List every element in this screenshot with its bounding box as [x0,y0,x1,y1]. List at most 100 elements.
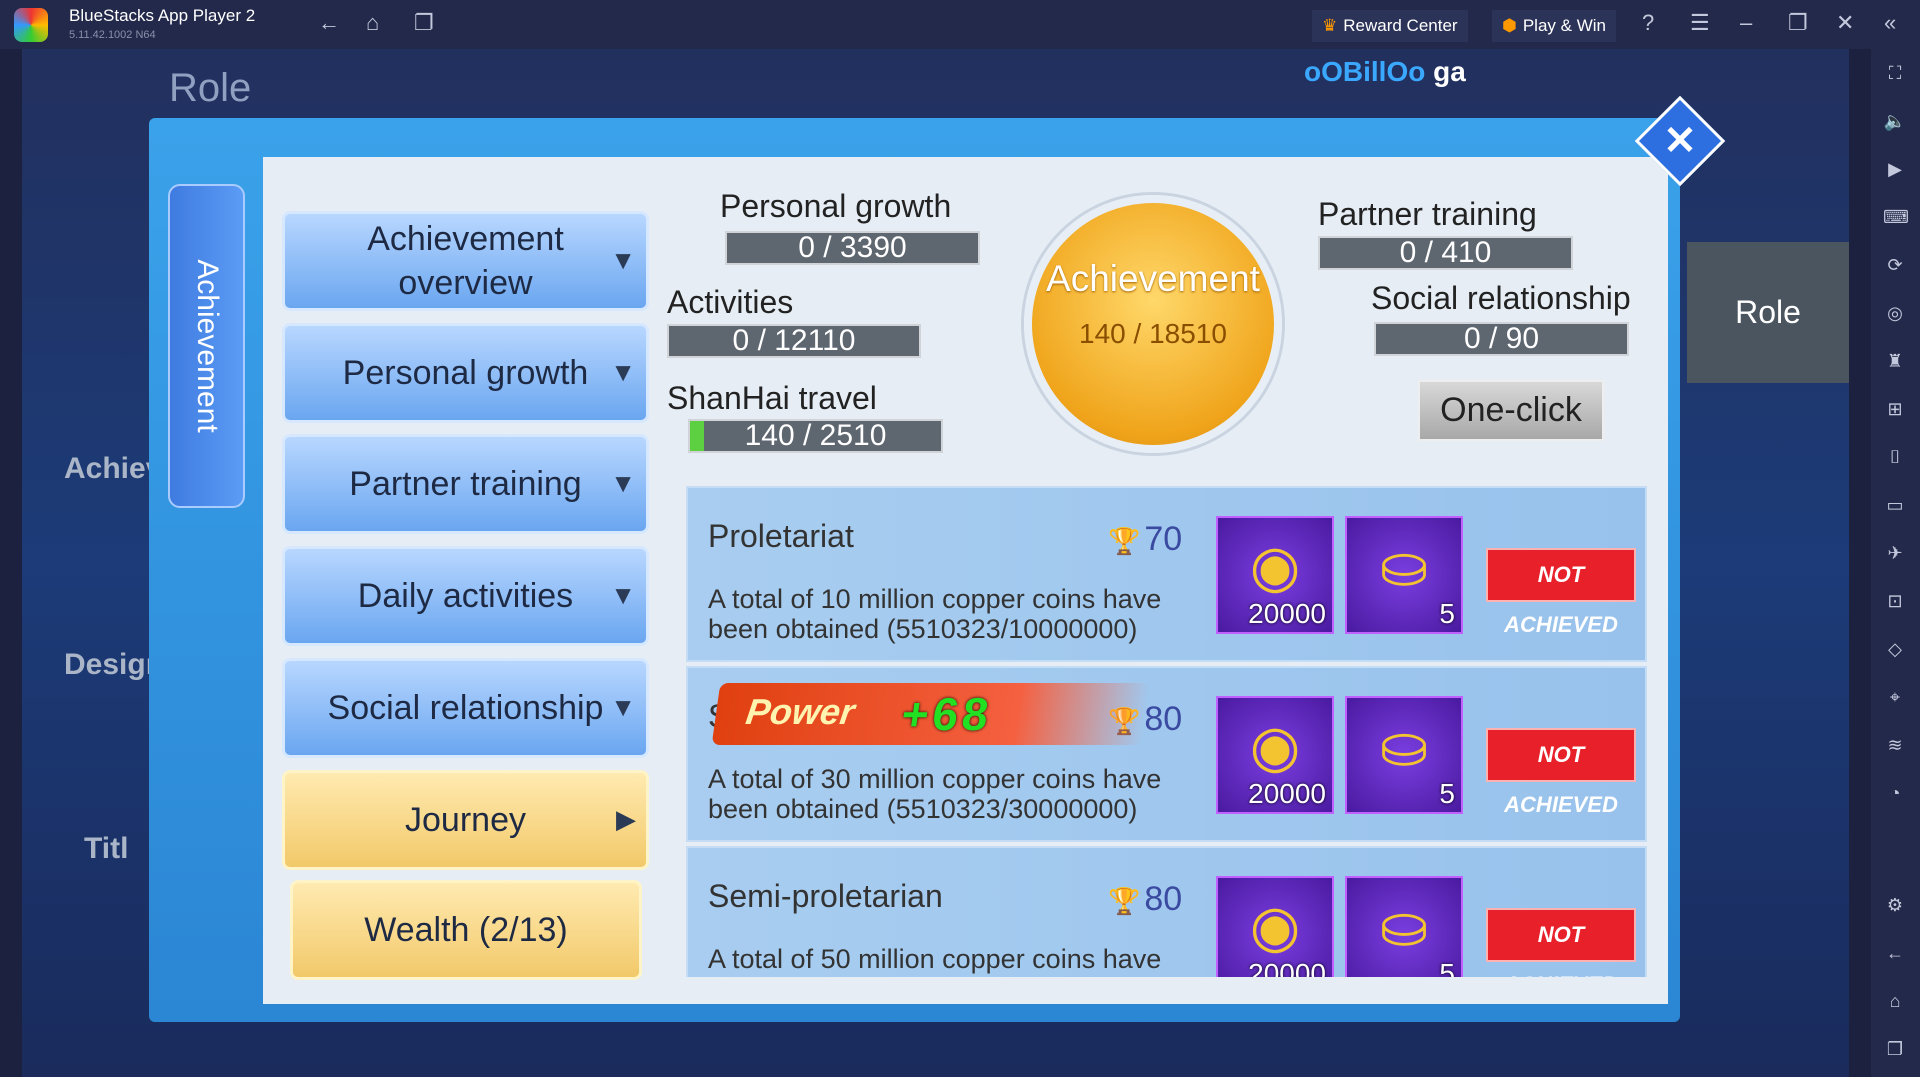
achievement-total-medal: Achievement 140 / 18510 [1024,195,1282,453]
reward-qty: 5 [1439,778,1455,809]
achievement-desc: A total of 50 million copper coins have [708,944,1162,974]
close-icon: ✕ [1663,119,1697,163]
achievement-name: Proletariat [708,518,854,554]
social-relationship-bar: 0 / 90 [1374,322,1629,356]
play-win-button[interactable]: ⬢ Play & Win [1492,10,1616,42]
menu-label: Social relationship [327,688,604,727]
macro-icon[interactable]: ⟳ [1883,255,1907,279]
location-icon[interactable]: ⌖ [1883,687,1907,711]
triangle-down-icon: ▼ [610,245,636,276]
apk-icon[interactable]: ⊞ [1883,399,1907,423]
reward-qty: 5 [1439,958,1455,977]
shanhai-bar: 140 / 2510 [688,419,943,453]
reward-center-label: Reward Center [1343,16,1458,35]
reward-qty: 20000 [1248,958,1326,977]
menu-icon[interactable]: ☰ [1690,10,1710,36]
sync-icon[interactable]: ◎ [1883,303,1907,327]
shanhai-progress-fill [690,421,705,451]
app-title: BlueStacks App Player 2 [69,6,256,25]
shanhai-label: ShanHai travel [667,380,877,416]
personal-growth-bar: 0 / 3390 [725,231,980,265]
triangle-right-icon: ▶ [616,804,636,835]
menu-achievement-overview[interactable]: Achievement overview ▼ [282,211,649,311]
menu-journey[interactable]: Journey ▶ [282,770,649,870]
controls-icon[interactable]: ♜ [1883,351,1907,375]
title-bar: BlueStacks App Player 2 5.11.42.1002 N64… [0,0,1920,49]
menu-partner-training[interactable]: Partner training ▼ [282,434,649,534]
restore-icon[interactable]: ❐ [1788,10,1808,36]
gold-ingot-icon: ⛀ [1379,533,1429,599]
points-value: 70 [1144,520,1183,558]
trophy-icon: 🏆 [1108,886,1141,916]
reward-copper-coin[interactable]: ◉ 20000 [1216,516,1334,634]
triangle-down-icon: ▼ [610,580,636,611]
back-nav-icon[interactable]: ← [1883,943,1907,967]
achievement-label: Achievement [1046,258,1260,299]
play-win-label: Play & Win [1522,16,1606,35]
triangle-down-icon: ▼ [610,357,636,388]
achievement-vertical-tab[interactable]: Achievement [168,184,245,508]
activities-bar: 0 / 12110 [667,324,921,358]
menu-social-relationship[interactable]: Social relationship ▼ [282,658,649,758]
collapse-sidebar-icon[interactable]: « [1884,10,1896,36]
one-click-button[interactable]: One-click [1418,380,1604,441]
media-icon[interactable]: ▶ [1883,159,1907,183]
screenshot-icon[interactable]: ⌷ [1883,447,1907,471]
layers-icon[interactable]: ≋ [1883,735,1907,759]
activities-label: Activities [667,284,794,320]
bluestacks-logo [14,8,48,42]
help-icon[interactable]: ? [1642,10,1654,36]
coin-icon: ◉ [1249,533,1301,599]
achievement-points: 🏆 70 [1108,520,1182,559]
trophy-icon: 🏆 [1108,526,1141,556]
settings-icon[interactable]: ⚙ [1883,895,1907,919]
reward-qty: 20000 [1248,598,1326,629]
status-badge: NOT ACHIEVED [1486,908,1636,977]
menu-label: Journey [405,800,526,839]
reward-copper-coin[interactable]: ◉ 20000 [1216,696,1334,814]
play-win-icon: ⬢ [1502,16,1517,35]
fullscreen-icon[interactable]: ⛶ [1883,63,1907,87]
side-tab-title[interactable]: Titl [84,832,128,866]
reward-copper-coin[interactable]: ◉ 20000 [1216,876,1334,977]
reward-gold-ingot[interactable]: ⛀ 5 [1345,516,1463,634]
resize-icon[interactable]: ⊡ [1883,591,1907,615]
eraser-icon[interactable]: ◇ [1883,639,1907,663]
partner-training-bar: 0 / 410 [1318,236,1573,270]
social-relationship-label: Social relationship [1371,280,1631,316]
home-icon[interactable]: ⌂ [366,10,379,36]
personal-growth-label: Personal growth [720,188,952,224]
back-icon[interactable]: ← [318,10,340,36]
recents-icon[interactable]: ❐ [1883,1039,1907,1063]
status-badge: NOT ACHIEVED [1486,548,1636,637]
role-header: Role [169,66,252,110]
home-nav-icon[interactable]: ⌂ [1883,991,1907,1015]
menu-wealth[interactable]: Wealth (2/13) [290,880,642,980]
reward-center-button[interactable]: ♛ Reward Center [1312,10,1468,42]
crown-icon: ♛ [1322,16,1338,35]
airplane-icon[interactable]: ✈ [1883,543,1907,567]
multi-instance-icon[interactable]: ❐ [414,10,434,36]
coin-icon: ◉ [1249,893,1301,959]
reward-gold-ingot[interactable]: ⛀ 5 [1345,696,1463,814]
gold-ingot-icon: ⛀ [1379,893,1429,959]
speed-icon[interactable]: ◔ [1883,783,1907,807]
menu-personal-growth[interactable]: Personal growth ▼ [282,323,649,423]
menu-label: Wealth (2/13) [364,910,568,949]
power-label: Power [743,691,858,732]
shanhai-value: 140 / 2510 [744,419,887,452]
role-tab[interactable]: Role [1687,242,1849,383]
minimize-icon[interactable]: – [1740,10,1752,36]
achievement-desc: A total of 30 million copper coins have … [708,764,1162,824]
achievement-name: Semi-proletarian [708,878,943,914]
folder-icon[interactable]: ▭ [1883,495,1907,519]
keyboard-icon[interactable]: ⌨ [1883,207,1909,231]
player-name: oOBillOo ga [1304,56,1466,88]
achievement-value: 140 / 18510 [1079,318,1227,349]
right-toolbar: ⛶ 🔈 ▶ ⌨ ⟳ ◎ ♜ ⊞ ⌷ ▭ ✈ ⊡ ◇ ⌖ ≋ ◔ ⚙ ← ⌂ ❐ [1871,49,1920,1077]
volume-icon[interactable]: 🔈 [1883,111,1907,135]
close-window-icon[interactable]: ✕ [1836,10,1854,36]
achievement-row: Proletariat 🏆 70 A total of 10 million co… [686,486,1647,662]
reward-gold-ingot[interactable]: ⛀ 5 [1345,876,1463,977]
menu-daily-activities[interactable]: Daily activities ▼ [282,546,649,646]
